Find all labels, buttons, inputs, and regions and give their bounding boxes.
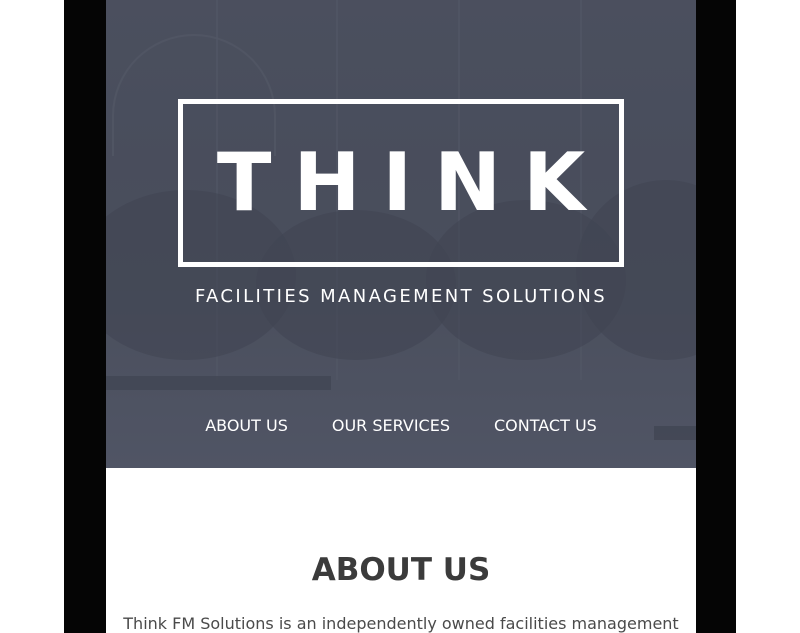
nav-link-contact-us[interactable]: CONTACT US [494, 416, 597, 435]
nav-link-our-services[interactable]: OUR SERVICES [332, 416, 450, 435]
logo-wordmark: THINK [216, 136, 608, 229]
logo[interactable]: THINK [178, 99, 624, 267]
phone-screen: THINK FACILITIES MANAGEMENT SOLUTIONS AB… [106, 0, 696, 633]
hero-banner: THINK FACILITIES MANAGEMENT SOLUTIONS AB… [106, 0, 696, 468]
nav-link-about-us[interactable]: ABOUT US [205, 416, 288, 435]
logo-tagline: FACILITIES MANAGEMENT SOLUTIONS [194, 286, 608, 307]
about-paragraph: Think FM Solutions is an independently o… [123, 614, 679, 633]
about-heading: ABOUT US [311, 552, 491, 588]
main-navigation: ABOUT US OUR SERVICES CONTACT US [106, 416, 696, 435]
about-section: ABOUT US Think FM Solutions is an indepe… [106, 468, 696, 633]
